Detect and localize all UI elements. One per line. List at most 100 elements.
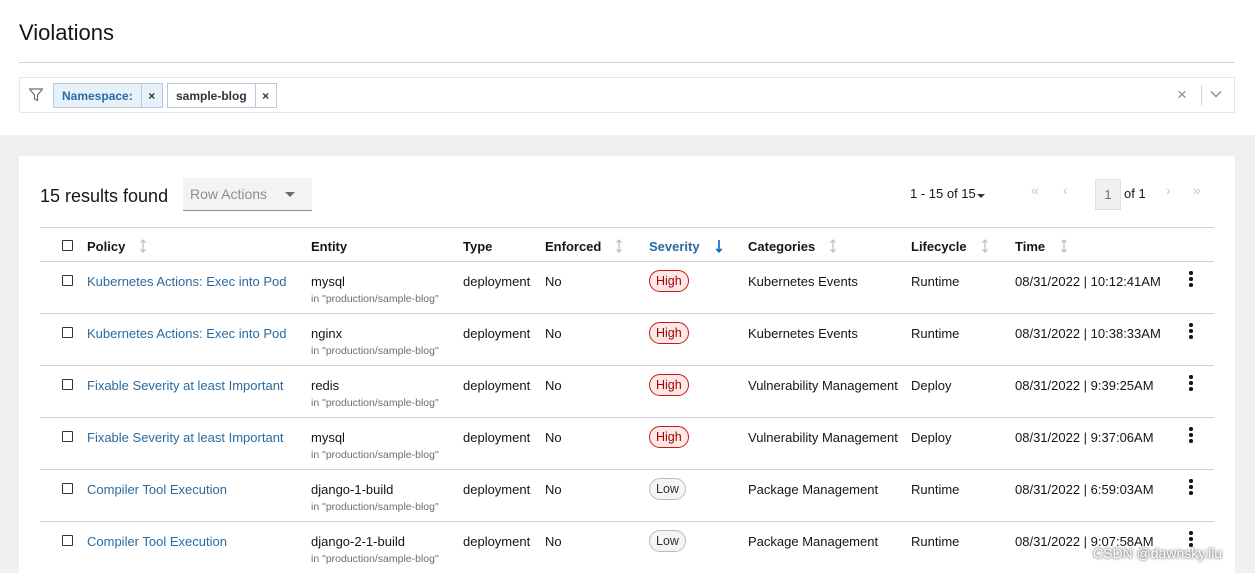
entity-namespace: in "production/sample-blog": [311, 397, 439, 409]
type-cell: deployment: [463, 326, 531, 341]
select-all-checkbox[interactable]: [62, 240, 73, 251]
policy-link[interactable]: Kubernetes Actions: Exec into Pod: [87, 274, 286, 289]
kebab-menu-icon[interactable]: [1189, 375, 1193, 391]
next-page-icon[interactable]: ›: [1166, 182, 1171, 198]
entity-name: django-2-1-build: [311, 534, 405, 549]
filter-divider: [1201, 85, 1202, 105]
results-count: 15 results found: [40, 186, 169, 206]
time-cell: 08/31/2022 | 10:38:33AM: [1015, 326, 1161, 341]
severity-badge: High: [649, 270, 689, 292]
column-severity[interactable]: Severity: [649, 239, 700, 254]
column-policy[interactable]: Policy: [87, 239, 125, 254]
sort-icon[interactable]: [981, 239, 989, 253]
category-cell: Package Management: [748, 482, 879, 497]
policy-link[interactable]: Fixable Severity at least Important: [87, 430, 284, 445]
kebab-menu-icon[interactable]: [1189, 427, 1193, 443]
remove-chip-icon[interactable]: ×: [254, 84, 276, 107]
severity-badge: Low: [649, 530, 686, 552]
severity-badge: High: [649, 426, 689, 448]
category-cell: Vulnerability Management: [748, 378, 898, 393]
type-cell: deployment: [463, 274, 531, 289]
table-row[interactable]: Compiler Tool Execution django-2-1-build…: [40, 522, 1214, 573]
table-row[interactable]: Fixable Severity at least Important mysq…: [40, 418, 1214, 470]
entity-name: mysql: [311, 430, 345, 445]
sort-icon[interactable]: [829, 239, 837, 253]
row-checkbox[interactable]: [62, 431, 73, 442]
time-cell: 08/31/2022 | 9:37:06AM: [1015, 430, 1154, 445]
sort-icon[interactable]: [1060, 239, 1068, 253]
page-title: Violations: [19, 20, 114, 45]
row-checkbox[interactable]: [62, 483, 73, 494]
filter-icon: [28, 88, 44, 102]
page-total: of 1: [1124, 186, 1146, 201]
column-lifecycle[interactable]: Lifecycle: [911, 239, 967, 254]
category-cell: Package Management: [748, 534, 879, 549]
pagination-range[interactable]: 1 - 15 of 15: [910, 186, 976, 201]
enforced-cell: No: [545, 482, 562, 497]
chip-label: Namespace:: [62, 88, 133, 103]
chevron-down-icon[interactable]: [1209, 87, 1223, 101]
entity-namespace: in "production/sample-blog": [311, 345, 439, 357]
table-row[interactable]: Kubernetes Actions: Exec into Pod nginx …: [40, 314, 1214, 366]
time-cell: 08/31/2022 | 9:39:25AM: [1015, 378, 1154, 393]
table-row[interactable]: Compiler Tool Execution django-1-build i…: [40, 470, 1214, 522]
enforced-cell: No: [545, 430, 562, 445]
entity-name: django-1-build: [311, 482, 394, 497]
entity-namespace: in "production/sample-blog": [311, 501, 439, 513]
table-row[interactable]: Kubernetes Actions: Exec into Pod mysql …: [40, 262, 1214, 314]
type-cell: deployment: [463, 430, 531, 445]
policy-link[interactable]: Compiler Tool Execution: [87, 534, 227, 549]
page-number-input[interactable]: 1: [1095, 179, 1121, 210]
first-page-icon[interactable]: «: [1031, 182, 1039, 198]
row-checkbox[interactable]: [62, 327, 73, 338]
sort-icon[interactable]: [615, 239, 623, 253]
table-header: Policy Entity Type Enforced Severity Cat…: [40, 227, 1214, 262]
policy-link[interactable]: Kubernetes Actions: Exec into Pod: [87, 326, 286, 341]
lifecycle-cell: Deploy: [911, 430, 952, 445]
sort-descending-icon[interactable]: [715, 239, 723, 253]
row-checkbox[interactable]: [62, 379, 73, 390]
caret-down-icon[interactable]: [977, 194, 985, 198]
severity-badge: High: [649, 322, 689, 344]
policy-link[interactable]: Compiler Tool Execution: [87, 482, 227, 497]
column-type: Type: [463, 239, 493, 254]
search-filter-bar[interactable]: Namespace: × sample-blog × ×: [19, 77, 1235, 113]
last-page-icon[interactable]: »: [1193, 182, 1201, 198]
type-cell: deployment: [463, 378, 531, 393]
lifecycle-cell: Deploy: [911, 378, 952, 393]
column-categories[interactable]: Categories: [748, 239, 815, 254]
type-cell: deployment: [463, 534, 531, 549]
lifecycle-cell: Runtime: [911, 482, 960, 497]
title-divider: [19, 62, 1235, 63]
row-checkbox[interactable]: [62, 275, 73, 286]
previous-page-icon[interactable]: ‹: [1063, 182, 1068, 198]
entity-name: mysql: [311, 274, 345, 289]
remove-chip-icon[interactable]: ×: [140, 84, 162, 107]
kebab-menu-icon[interactable]: [1189, 323, 1193, 339]
violations-table: Policy Entity Type Enforced Severity Cat…: [40, 227, 1214, 573]
row-checkbox[interactable]: [62, 535, 73, 546]
clear-all-icon[interactable]: ×: [1177, 85, 1187, 105]
column-time[interactable]: Time: [1015, 239, 1045, 254]
enforced-cell: No: [545, 378, 562, 393]
chip-label: sample-blog: [176, 88, 247, 103]
entity-namespace: in "production/sample-blog": [311, 553, 439, 565]
time-cell: 08/31/2022 | 10:12:41AM: [1015, 274, 1161, 289]
lifecycle-cell: Runtime: [911, 274, 960, 289]
kebab-menu-icon[interactable]: [1189, 479, 1193, 495]
enforced-cell: No: [545, 274, 562, 289]
filter-chip-namespace: Namespace: ×: [53, 83, 163, 108]
column-entity: Entity: [311, 239, 348, 254]
sort-icon[interactable]: [139, 239, 147, 253]
row-actions-dropdown[interactable]: Row Actions: [183, 178, 312, 211]
enforced-cell: No: [545, 534, 562, 549]
entity-name: redis: [311, 378, 340, 393]
policy-link[interactable]: Fixable Severity at least Important: [87, 378, 284, 393]
kebab-menu-icon[interactable]: [1189, 271, 1193, 287]
filter-chip-value: sample-blog ×: [167, 83, 277, 108]
entity-namespace: in "production/sample-blog": [311, 449, 439, 461]
column-enforced[interactable]: Enforced: [545, 239, 601, 254]
violations-panel: 15 results found Row Actions 1 - 15 of 1…: [19, 156, 1235, 573]
table-row[interactable]: Fixable Severity at least Important redi…: [40, 366, 1214, 418]
lifecycle-cell: Runtime: [911, 326, 960, 341]
